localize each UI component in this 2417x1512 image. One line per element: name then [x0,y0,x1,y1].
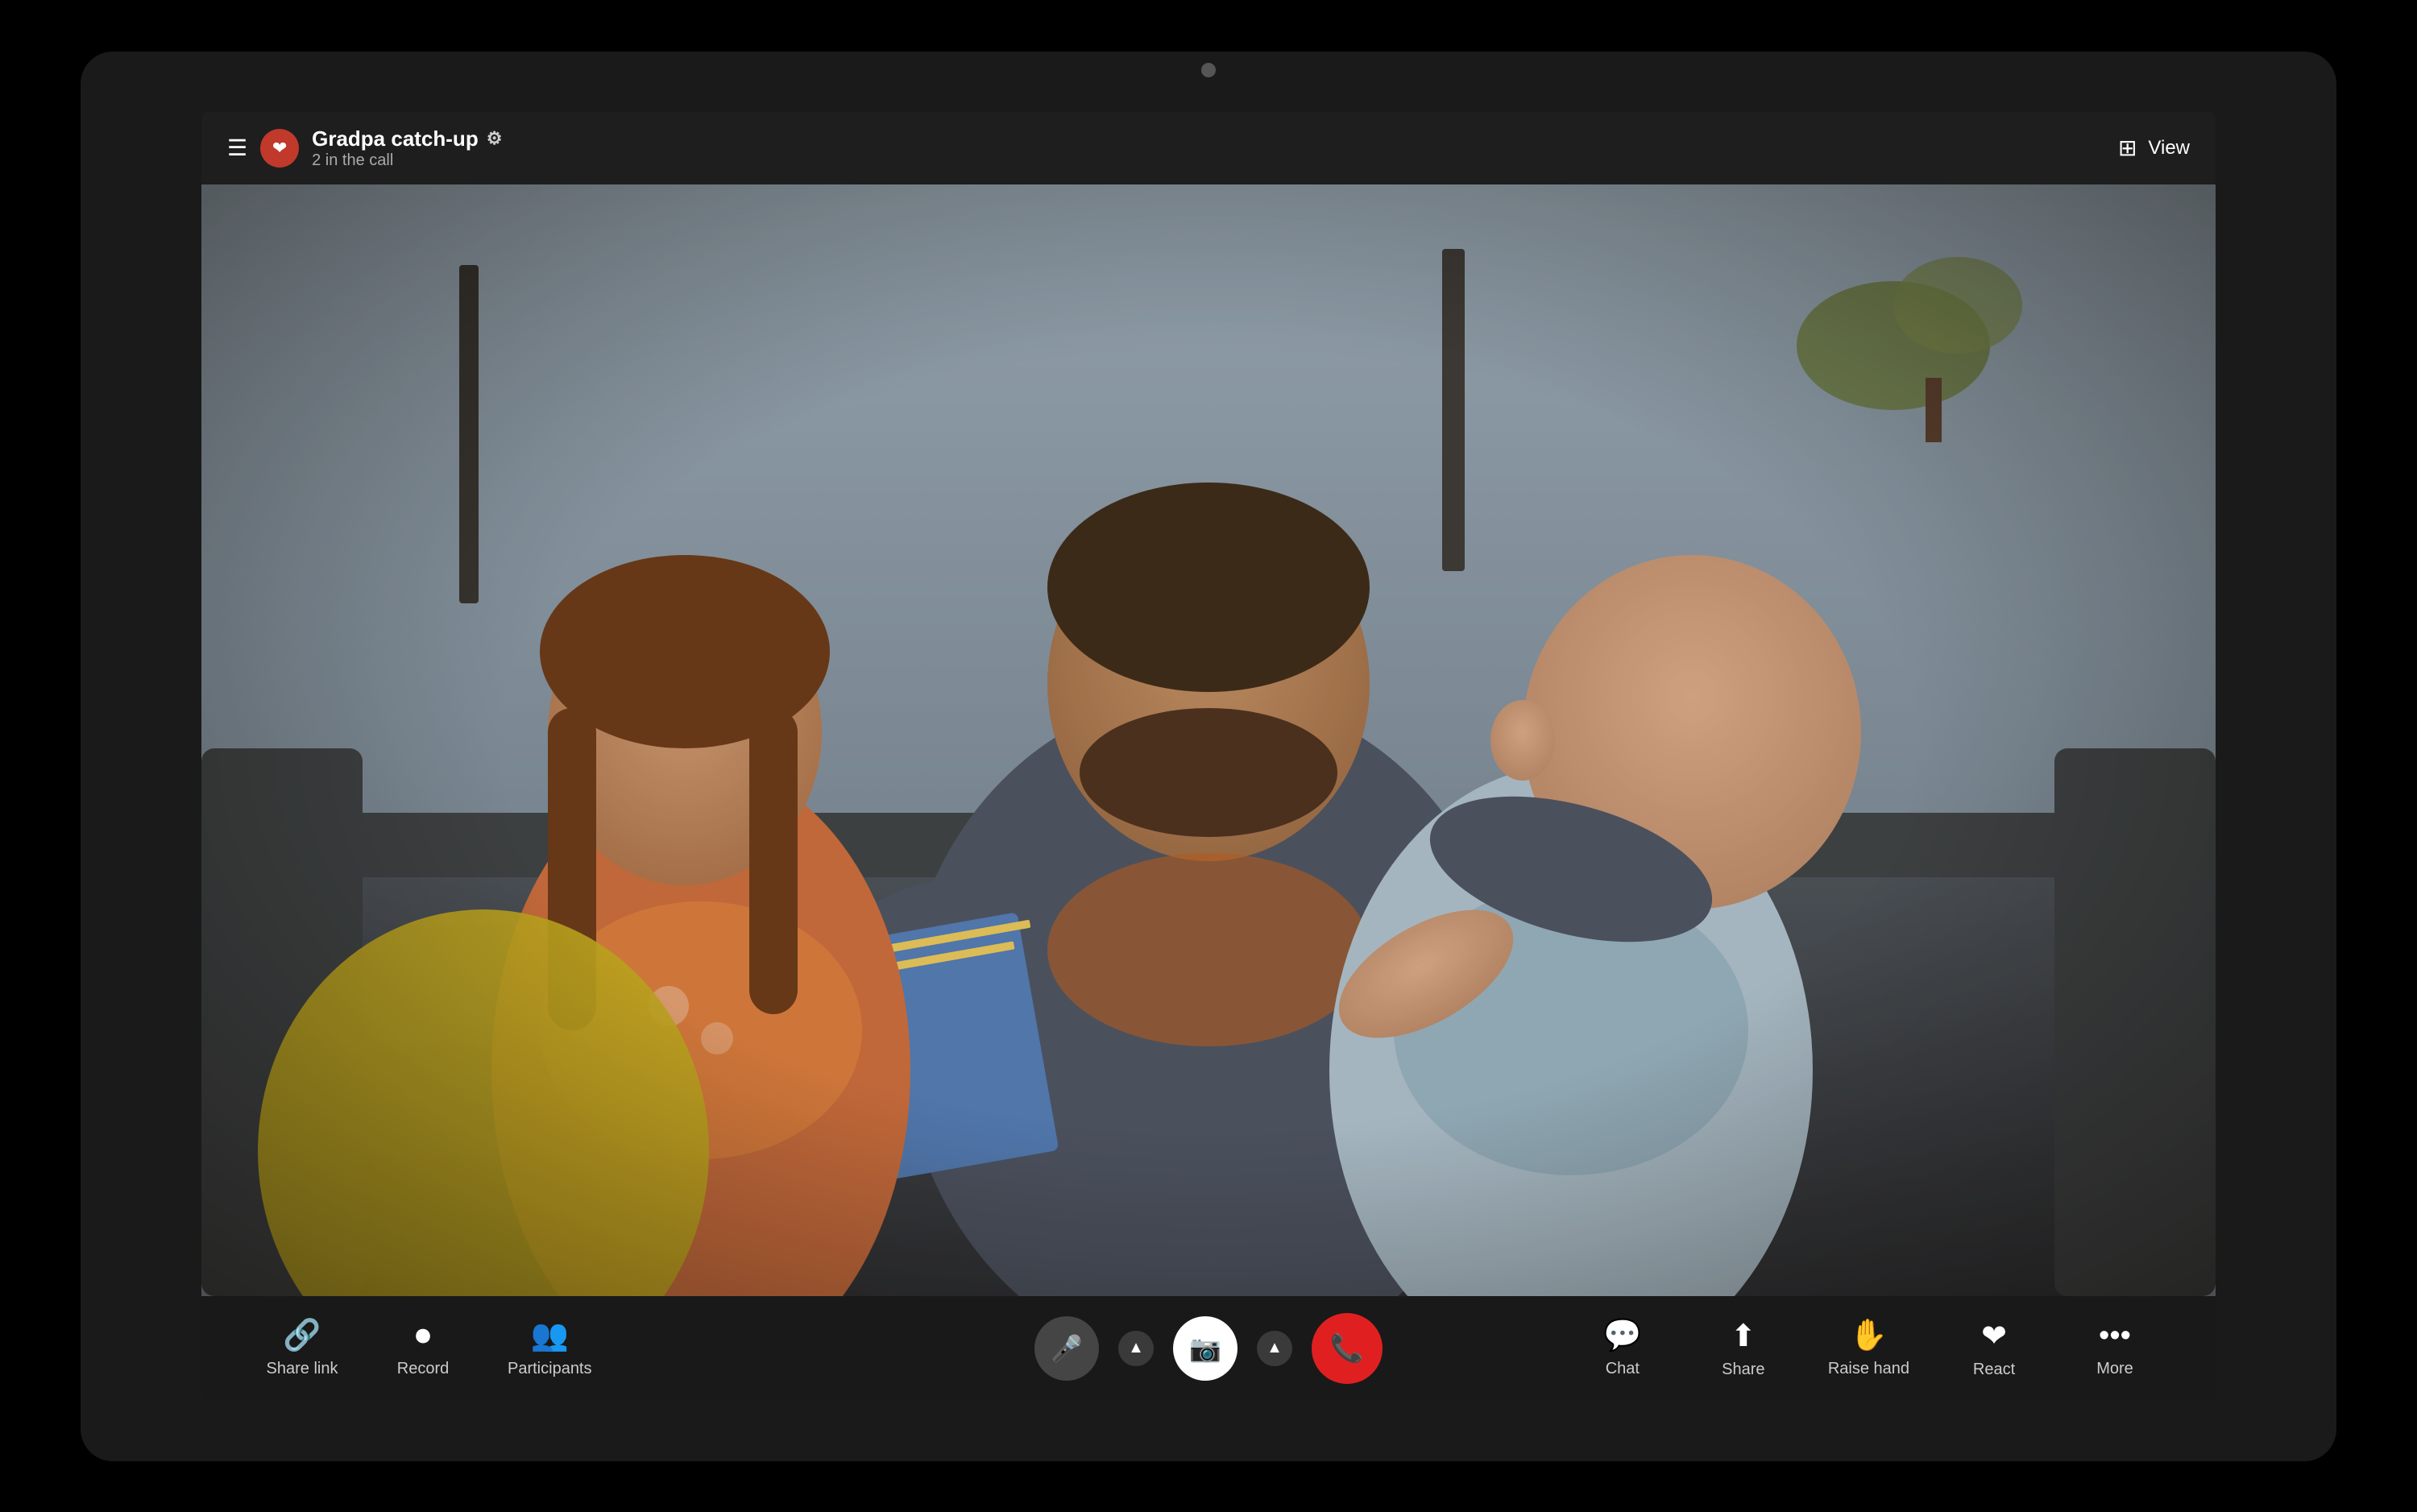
raise-hand-label: Raise hand [1828,1360,1909,1378]
chevron-up-icon-2: ▲ [1267,1339,1283,1357]
scene-svg [201,184,2216,1296]
raise-hand-icon: ✋ [1850,1318,1888,1353]
mute-options-chevron[interactable]: ▲ [1118,1331,1154,1366]
laptop-frame: ☰ ❤ Gradpa catch-up ⚙ 2 in the call ⊞ Vi… [81,52,2336,1461]
end-call-button[interactable]: 📞 [1312,1313,1383,1384]
call-info: Gradpa catch-up ⚙ 2 in the call [312,126,502,170]
share-link-button[interactable]: 🔗 Share link [266,1318,338,1378]
mic-off-icon: 🎤 [1051,1333,1083,1364]
chevron-up-icon: ▲ [1128,1339,1144,1357]
toolbar-right-buttons: 💬 Chat ⬆ Share ✋ Raise hand ❤ React ••• [1586,1318,2151,1379]
call-avatar: ❤ [260,129,299,168]
call-subtitle: 2 in the call [312,151,502,170]
call-title-text: Gradpa catch-up [312,126,479,151]
react-label: React [1973,1361,2015,1379]
participants-icon: 👥 [531,1318,569,1353]
toolbar-left-buttons: 🔗 Share link ⏺ Record 👥 Participants [266,1318,592,1378]
view-label[interactable]: View [2148,137,2190,159]
share-button[interactable]: ⬆ Share [1707,1318,1780,1379]
more-label: More [2096,1360,2133,1378]
react-button[interactable]: ❤ React [1958,1318,2030,1379]
share-link-icon: 🔗 [283,1318,321,1353]
video-background [201,184,2216,1296]
participants-label: Participants [508,1360,592,1378]
chat-button[interactable]: 💬 Chat [1586,1318,1659,1378]
hamburger-icon[interactable]: ☰ [227,135,247,161]
share-icon: ⬆ [1731,1318,1756,1354]
chat-label: Chat [1606,1360,1640,1378]
record-icon: ⏺ [415,1319,430,1353]
top-bar: ☰ ❤ Gradpa catch-up ⚙ 2 in the call ⊞ Vi… [201,112,2216,184]
participants-button[interactable]: 👥 Participants [508,1318,592,1378]
record-button[interactable]: ⏺ Record [387,1319,459,1378]
laptop-screen: ☰ ❤ Gradpa catch-up ⚙ 2 in the call ⊞ Vi… [201,112,2216,1401]
share-link-label: Share link [267,1360,338,1378]
chat-icon: 💬 [1603,1318,1641,1353]
video-button[interactable]: 📷 [1173,1316,1238,1381]
video-options-chevron[interactable]: ▲ [1257,1331,1292,1366]
record-label: Record [397,1360,449,1378]
top-bar-left: ☰ ❤ Gradpa catch-up ⚙ 2 in the call [227,126,502,170]
settings-icon[interactable]: ⚙ [487,128,503,149]
toolbar-center-controls: 🎤 ▲ 📷 ▲ 📞 [1034,1313,1383,1384]
video-feed [201,184,2216,1296]
more-icon: ••• [2099,1319,2131,1353]
react-heart-icon: ❤ [1981,1318,2007,1354]
webcam-dot [1201,63,1216,77]
camera-icon: 📷 [1189,1333,1221,1364]
end-call-icon: 📞 [1330,1332,1364,1365]
more-button[interactable]: ••• More [2079,1319,2151,1378]
grid-view-icon[interactable]: ⊞ [2118,135,2137,161]
share-label: Share [1722,1361,1764,1379]
top-bar-right: ⊞ View [2118,135,2190,161]
bottom-toolbar: 🔗 Share link ⏺ Record 👥 Participants 🎤 [201,1296,2216,1401]
mute-button[interactable]: 🎤 [1034,1316,1099,1381]
raise-hand-button[interactable]: ✋ Raise hand [1828,1318,1909,1378]
